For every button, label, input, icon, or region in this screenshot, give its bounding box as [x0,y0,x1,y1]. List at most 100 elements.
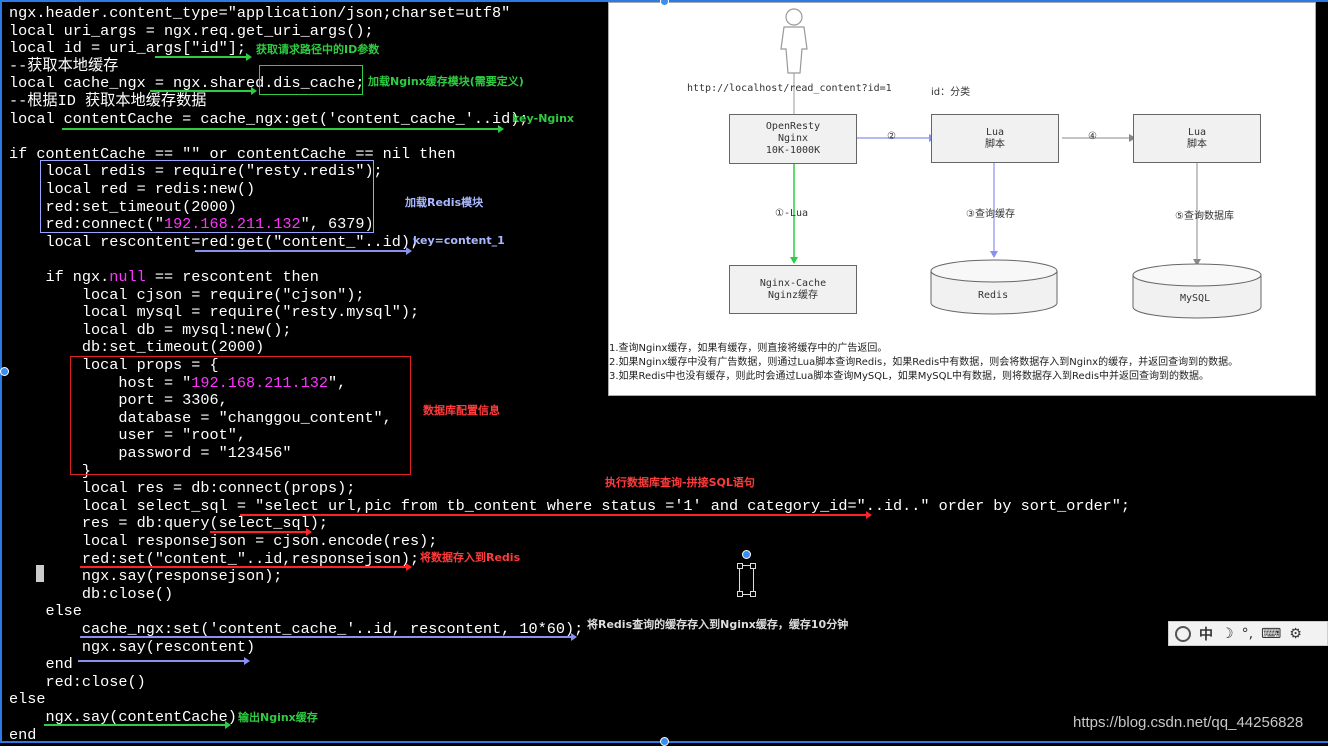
code-line: ngx.header.content_type="application/jso… [9,4,510,22]
ime-toolbar[interactable]: 中 ☽ °, ⌨ ⚙ [1168,621,1328,646]
id-note: id：分类 [931,87,971,98]
nginx-set-underline [80,633,577,641]
end-underline [78,657,250,665]
code-text: red:set("content_"..id,responsejson); [9,549,420,568]
nginx-cache-node: Nginx-Cache Nginz缓存 [729,265,857,314]
lua-b-line1: Lua [1187,126,1207,138]
code-text: local id = uri_args["id"]; [9,39,246,58]
keyboard-icon[interactable]: ⌨ [1261,626,1281,642]
dis-cache-arrow [150,87,257,95]
note-store-redis: 将数据存入到Redis [420,551,521,564]
shape-corner [750,591,756,597]
lua-script-node-a: Lua 脚本 [931,114,1059,163]
note-output-nginx: 输出Nginx缓存 [238,711,318,724]
legend-line-2: 2.如果Nginx缓存中没有广告数据，则通过Lua脚本查询Redis，如果Red… [609,357,1239,368]
step-2-label: ② [887,131,896,142]
mysql-label: MySQL [1180,293,1211,304]
lua-a-line1: Lua [985,126,1005,138]
note-db-config: 数据库配置信息 [423,404,500,417]
content-cache-underline [62,125,504,133]
step-1-label: ①-Lua [775,208,809,219]
code-line: local rescontent=red:get("content_"..id)… [9,233,419,251]
openresty-line3: 10K-1000K [765,145,821,156]
code-text: == rescontent then [145,268,319,286]
redis-label: Redis [978,290,1009,301]
code-text: local res = db:connect(props); [9,479,356,498]
rotate-handle[interactable] [742,550,751,559]
gear-icon[interactable]: ⚙ [1289,626,1302,642]
code-text: --根据ID 获取本地缓存数据 [9,92,207,110]
code-text: db:set_timeout(2000) [9,338,265,357]
lua-script-node-b: Lua 脚本 [1133,114,1261,163]
shape-corner [737,563,743,569]
note-key-content: key=content_1 [413,234,505,247]
rescontent-underline [195,247,412,255]
code-line: local db = mysql:new(); [9,321,292,339]
editor-caret [36,565,44,582]
code-text: local contentCache = cache_ngx:get('cont… [9,109,529,128]
select-sql-underline [240,511,872,519]
note-exec-query: 执行数据库查询-拼接SQL语句 [605,476,755,489]
code-line: red:close() [9,672,146,691]
legend-line-3: 3.如果Redis中也没有缓存，则此时会通过Lua脚本查询MySQL，如果MyS… [609,371,1210,382]
props-box [70,356,411,475]
architecture-diagram[interactable]: http://localhost/read_content?id=1 id：分类… [608,2,1316,396]
code-text: local select_sql = "select url,pic from … [9,496,1131,515]
code-text: --获取本地缓存 [9,56,119,75]
code-text: red:close() [9,672,146,691]
code-line: local contentCache = cache_ngx:get('cont… [9,110,529,128]
text-cursor-shape[interactable] [737,563,756,597]
code-text: ngx.header.content_type="application/jso… [9,4,511,22]
step-4-label: ④ [1088,131,1097,142]
code-text: local responsejson = cjson.encode(res); [9,532,438,550]
resize-handle-left[interactable] [0,367,9,376]
code-text: local uri_args = ngx.req.get_uri_args(); [9,21,374,40]
lua-b-line2: 脚本 [1187,138,1207,150]
query-underline [210,528,312,536]
moon-icon[interactable]: ☽ [1221,626,1234,642]
openresty-node: OpenResty Nginx 10K-1000K [729,114,857,164]
code-text: else [9,602,82,621]
resize-handle-bottom[interactable] [660,737,669,746]
mysql-cylinder [1132,263,1262,319]
code-line: res = db:query(select_sql); [9,514,328,532]
ime-language-toggle[interactable]: 中 [1199,624,1213,644]
code-text: local mysql = require("resty.mysql"); [9,303,420,322]
code-text: ngx.say(rescontent) [9,637,256,656]
code-line: --根据ID 获取本地缓存数据 [9,92,206,110]
note-get-id: 获取请求路径中的ID参数 [256,43,380,56]
code-highlight: null [109,268,146,286]
code-line: --获取本地缓存 [9,57,118,75]
code-text: local rescontent=red:get("content_"..id)… [9,232,420,251]
code-line: local responsejson = cjson.encode(res); [9,532,437,550]
note-store-nginx: 将Redis查询的缓存存入到Nginx缓存，缓存10分钟 [587,618,849,631]
lua-a-line2: 脚本 [985,138,1005,150]
punctuation-icon[interactable]: °, [1242,626,1253,642]
redis-set-underline [80,563,412,571]
say-cache-underline [44,721,231,729]
code-line: else [9,602,82,621]
step-5-label: ⑤查询数据库 [1175,211,1234,222]
code-text: end [9,655,73,674]
redis-module-box [40,160,374,233]
get-id-arrow [155,53,252,61]
step-3-label: ③查询缓存 [966,209,1015,220]
nginx-cache-line1: Nginx-Cache [759,277,827,289]
code-text: local db = mysql:new(); [9,320,292,339]
code-line: local select_sql = "select url,pic from … [9,497,1130,515]
code-line: ngx.say(rescontent) [9,638,255,656]
user-figure [780,8,808,74]
code-line: local res = db:connect(props); [9,479,355,497]
ime-logo-icon[interactable] [1175,625,1191,642]
watermark-url: https://blog.csdn.net/qq_44256828 [1073,714,1304,731]
openresty-line2: Nginx [777,133,809,144]
code-line: ngx.say(responsejson); [9,567,283,585]
code-line: red:set("content_"..id,responsejson); [9,550,419,568]
shape-corner [737,591,743,597]
code-line: local mysql = require("resty.mysql"); [9,303,419,321]
redis-cylinder [930,259,1058,315]
code-line: else [9,690,45,708]
code-line: end [9,655,73,674]
code-line: db:set_timeout(2000) [9,338,264,356]
dis-cache-box [259,65,363,95]
